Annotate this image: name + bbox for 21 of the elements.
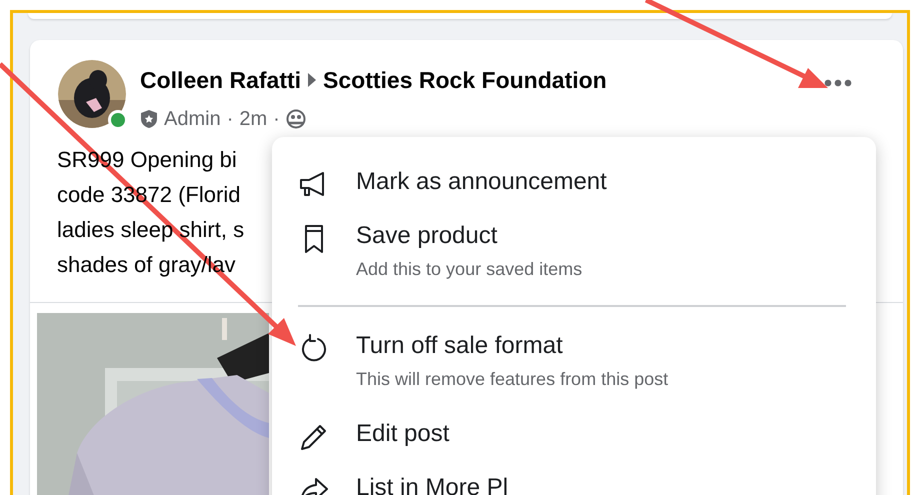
menu-item-description: This will remove features from this post	[356, 368, 668, 391]
more-icon	[824, 79, 852, 87]
role-label: Admin	[164, 106, 221, 132]
menu-item[interactable]: Edit post	[298, 409, 850, 463]
group-link[interactable]: Scotties Rock Foundation	[323, 63, 607, 98]
menu-item-label: Save product	[356, 221, 498, 251]
timestamp-link[interactable]: 2m	[239, 104, 268, 134]
separator-dot: ·	[273, 106, 280, 132]
menu-item[interactable]: Save product Add this to your saved items	[298, 211, 850, 299]
menu-item[interactable]: List in More Pl	[298, 463, 850, 495]
menu-item[interactable]: Turn off sale format This will remove features from this post	[298, 321, 850, 409]
caret-icon	[307, 72, 318, 88]
avatar[interactable]	[58, 60, 126, 128]
members-icon	[286, 108, 306, 128]
menu-item-description: Add this to your saved items	[356, 258, 582, 281]
menu-item[interactable]: Mark as announcement	[298, 157, 850, 211]
menu-item-label: Turn off sale format	[356, 331, 564, 361]
separator-dot: ·	[226, 106, 234, 132]
shield-icon	[140, 108, 158, 128]
author-link[interactable]: Colleen Rafatti	[140, 63, 302, 98]
post-text-line: ladies sleep shirt, s	[57, 216, 244, 244]
